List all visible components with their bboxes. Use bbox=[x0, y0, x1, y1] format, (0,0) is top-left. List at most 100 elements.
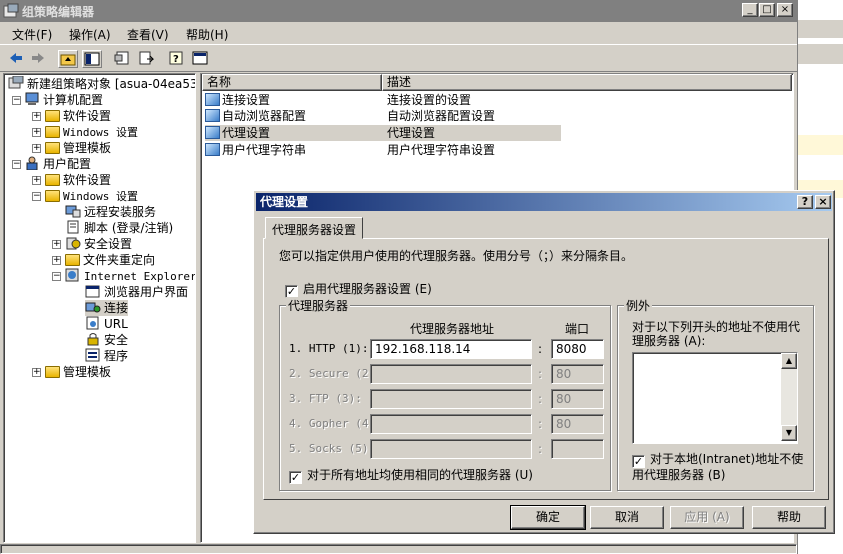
colon: : bbox=[538, 442, 543, 456]
tab-pane: 您可以指定供用户使用的代理服务器。使用分号（；）来分隔条目。 ✓ 启用代理服务器设… bbox=[263, 238, 829, 500]
expand-toggle[interactable]: + bbox=[32, 368, 41, 377]
scroll-down-arrow-icon[interactable]: ▼ bbox=[781, 425, 797, 441]
tree-u-scripts[interactable]: 脚本 (登录/注销) bbox=[65, 220, 173, 236]
svg-text:?: ? bbox=[173, 54, 179, 65]
up-folder-icon[interactable] bbox=[58, 50, 78, 68]
tree-label: 脚本 (登录/注销) bbox=[84, 221, 174, 235]
bypass-local-label: 对于本地(Intranet)地址不使用代理服务器 (B) bbox=[632, 452, 804, 482]
tree-label: 浏览器用户界面 bbox=[104, 285, 189, 299]
tree-c-software[interactable]: 软件设置 bbox=[45, 108, 111, 124]
address-column-label: 代理服务器地址 bbox=[410, 322, 495, 336]
tree-root[interactable]: 新建组策略对象 [asua-04ea532 bbox=[8, 75, 195, 92]
scrollbar[interactable]: ▲ ▼ bbox=[781, 353, 797, 441]
list-item[interactable]: 连接设置 连接设置的设置 bbox=[205, 92, 745, 108]
tree-label: URL bbox=[104, 317, 128, 331]
exceptions-instruction: 对于以下列开头的地址不使用代理服务器 (A): bbox=[632, 320, 801, 348]
close-button[interactable]: × bbox=[777, 3, 793, 17]
http-address-input[interactable]: 192.168.118.14 bbox=[370, 339, 532, 359]
tree-ie-url[interactable]: URL bbox=[85, 316, 128, 332]
checkbox-box: ✓ bbox=[289, 471, 302, 484]
tree-c-admin[interactable]: 管理模板 bbox=[45, 140, 111, 156]
dialog-title: 代理设置 bbox=[260, 195, 309, 209]
menu-help[interactable]: 帮助(H) bbox=[186, 26, 228, 43]
proxy-group-label: 代理服务器 bbox=[286, 297, 351, 314]
list-item[interactable]: 用户代理字符串 用户代理字符串设置 bbox=[205, 142, 745, 158]
column-header-description[interactable]: 描述 bbox=[382, 74, 792, 91]
help-button[interactable]: 帮助 bbox=[752, 506, 826, 529]
collapse-toggle[interactable]: − bbox=[32, 192, 41, 201]
ok-button[interactable]: 确定 bbox=[510, 505, 586, 530]
computer-icon bbox=[24, 92, 40, 106]
user-icon bbox=[24, 156, 40, 171]
tree-u-software[interactable]: 软件设置 bbox=[45, 172, 111, 188]
maximize-button[interactable]: □ bbox=[759, 3, 775, 17]
minimize-button[interactable]: _ bbox=[742, 3, 758, 17]
list-item-name: 代理设置 bbox=[222, 126, 271, 140]
list-item-name: 自动浏览器配置 bbox=[222, 109, 307, 123]
menu-file[interactable]: 文件(F) bbox=[12, 26, 52, 43]
list-item-selected[interactable]: 代理设置 代理设置 bbox=[205, 125, 561, 141]
tree-ie-security[interactable]: 安全 bbox=[85, 332, 128, 348]
tab-proxy-settings[interactable]: 代理服务器设置 bbox=[265, 217, 364, 239]
tree-u-ie[interactable]: Internet Explorer 维护 bbox=[65, 268, 196, 284]
view-icon[interactable] bbox=[190, 50, 210, 68]
expand-toggle[interactable]: + bbox=[32, 176, 41, 185]
proxy-settings-dialog: 代理设置 ? × 代理服务器设置 您可以指定供用户使用的代理服务器。使用分号（；… bbox=[253, 190, 835, 534]
folder-icon bbox=[65, 254, 80, 266]
tree-user-config[interactable]: 用户配置 bbox=[24, 156, 91, 172]
tree-label: Internet Explorer 维护 bbox=[84, 270, 196, 283]
tree-c-windows[interactable]: Windows 设置 bbox=[45, 124, 138, 140]
expand-toggle[interactable]: + bbox=[32, 128, 41, 137]
tree-u-folder-redirect[interactable]: 文件夹重定向 bbox=[65, 252, 155, 268]
exceptions-textarea[interactable]: ▲ ▼ bbox=[632, 352, 798, 444]
tree-label: Windows 设置 bbox=[63, 126, 138, 139]
dialog-help-button[interactable]: ? bbox=[797, 195, 813, 209]
expand-toggle[interactable]: + bbox=[32, 112, 41, 121]
back-arrow-icon[interactable] bbox=[6, 50, 26, 68]
enable-proxy-checkbox[interactable]: ✓ 启用代理服务器设置 (E) bbox=[285, 280, 432, 298]
checkbox-box: ✓ bbox=[632, 455, 645, 468]
collapse-computer-toggle[interactable]: − bbox=[12, 96, 21, 105]
ftp-label: 3. FTP (3): bbox=[289, 392, 362, 405]
expand-toggle[interactable]: + bbox=[52, 240, 61, 249]
tree-pane[interactable]: 新建组策略对象 [asua-04ea532 − 计算机配置 + 软件设置 + W… bbox=[3, 73, 196, 543]
scroll-up-arrow-icon[interactable]: ▲ bbox=[781, 353, 797, 369]
cancel-button[interactable]: 取消 bbox=[590, 506, 664, 529]
tree-computer-config[interactable]: 计算机配置 bbox=[24, 92, 103, 108]
tree-u-ris[interactable]: 远程安装服务 bbox=[65, 204, 156, 220]
gopher-address-input bbox=[370, 414, 532, 434]
menu-view[interactable]: 查看(V) bbox=[127, 26, 169, 43]
dialog-title-bar: 代理设置 ? × bbox=[256, 193, 832, 211]
export-list-icon[interactable] bbox=[136, 50, 156, 68]
list-item[interactable]: 自动浏览器配置 自动浏览器配置设置 bbox=[205, 108, 745, 124]
list-item-name: 用户代理字符串 bbox=[222, 143, 307, 157]
expand-toggle[interactable]: + bbox=[52, 256, 61, 265]
programs-icon bbox=[85, 348, 101, 362]
forward-arrow-icon[interactable] bbox=[28, 50, 48, 68]
tree-ie-programs[interactable]: 程序 bbox=[85, 348, 128, 364]
properties-icon[interactable] bbox=[112, 50, 132, 68]
collapse-toggle[interactable]: − bbox=[52, 272, 61, 281]
dialog-close-button[interactable]: × bbox=[815, 195, 831, 209]
help-icon[interactable]: ? bbox=[166, 50, 186, 68]
tree-label: 文件夹重定向 bbox=[83, 253, 156, 267]
same-proxy-checkbox[interactable]: ✓ 对于所有地址均使用相同的代理服务器 (U) bbox=[289, 466, 533, 484]
tree-user-label: 用户配置 bbox=[43, 157, 92, 171]
script-icon bbox=[65, 220, 81, 234]
tree-u-admin[interactable]: 管理模板 bbox=[45, 364, 111, 380]
menu-action[interactable]: 操作(A) bbox=[69, 26, 111, 43]
tree-label: 安全 bbox=[104, 333, 129, 347]
tree-ie-connection[interactable]: 连接 bbox=[85, 300, 129, 316]
setting-icon bbox=[205, 143, 220, 156]
expand-toggle[interactable]: + bbox=[32, 144, 41, 153]
http-port-input[interactable]: 8080 bbox=[551, 339, 604, 359]
tree-ie-ui[interactable]: 浏览器用户界面 bbox=[85, 284, 188, 300]
collapse-user-toggle[interactable]: − bbox=[12, 160, 21, 169]
bypass-local-checkbox[interactable]: ✓ 对于本地(Intranet)地址不使用代理服务器 (B) bbox=[632, 452, 808, 482]
tree-u-security[interactable]: 安全设置 bbox=[65, 236, 132, 252]
tree-u-windows[interactable]: Windows 设置 bbox=[45, 188, 138, 204]
show-tree-icon[interactable] bbox=[82, 50, 102, 68]
folder-icon bbox=[45, 174, 60, 186]
tree-label: 管理模板 bbox=[63, 365, 112, 379]
column-header-name[interactable]: 名称 bbox=[202, 74, 382, 91]
